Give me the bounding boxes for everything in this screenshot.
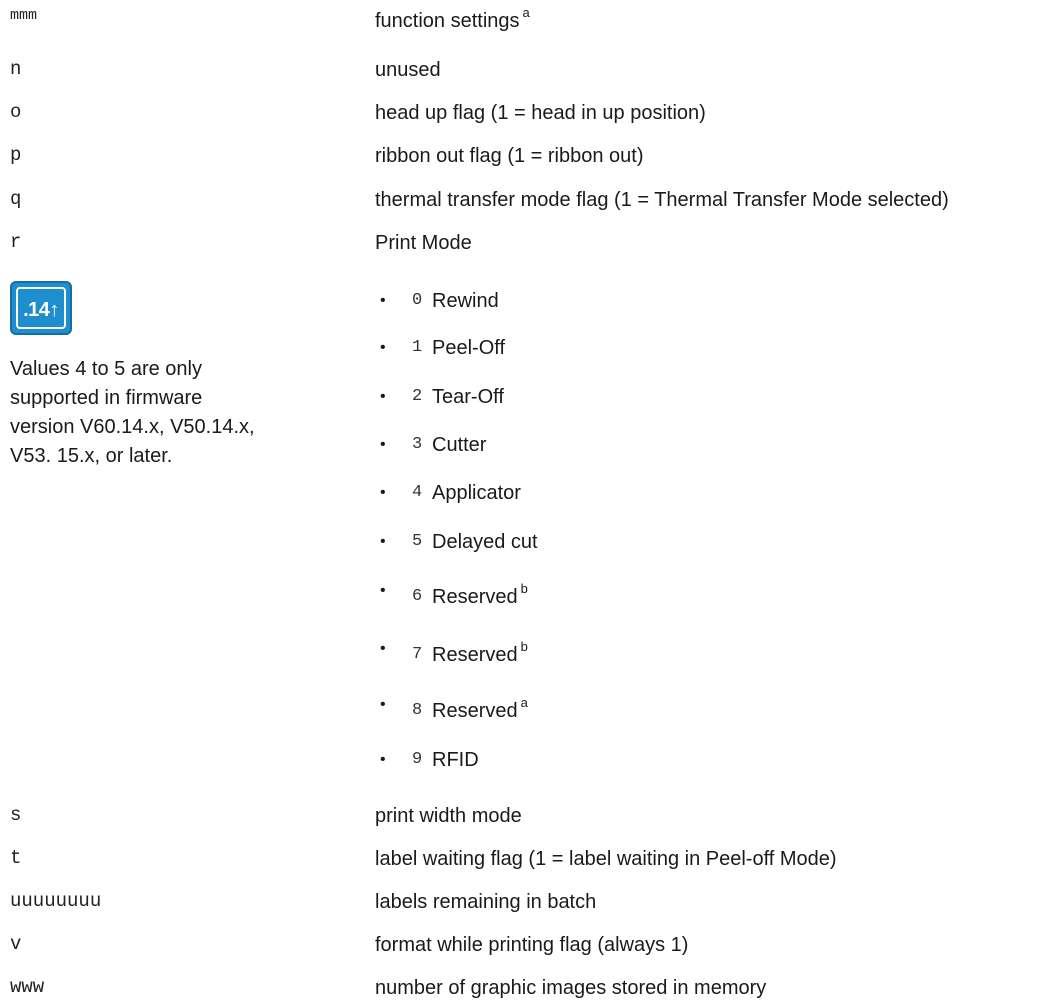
list-item: • 6 Reserved b [0, 581, 1053, 614]
print-mode-value: 8 [412, 701, 423, 720]
field-description: head up flag (1 = head in up position) [375, 102, 706, 124]
bullet-icon: • [380, 388, 386, 405]
list-item: • 0 Rewind [0, 288, 1053, 318]
print-mode-value: 9 [412, 750, 423, 769]
footnote-marker: b [520, 639, 528, 655]
list-item: • 9 RFID [0, 747, 1053, 777]
print-mode-value: 4 [412, 483, 423, 502]
field-code: s [10, 804, 22, 826]
field-description: label waiting flag (1 = label waiting in… [375, 848, 837, 870]
field-code: r [10, 231, 22, 253]
print-mode-label: Rewind [432, 290, 499, 312]
field-description: print width mode [375, 805, 522, 827]
print-mode-label: Delayed cut [432, 531, 538, 553]
bullet-icon: • [380, 533, 386, 550]
list-item: • 4 Applicator [0, 480, 1053, 510]
field-code: q [10, 188, 22, 210]
list-item: • 7 Reserved b [0, 639, 1053, 672]
bullet-icon: • [380, 484, 386, 501]
field-description: format while printing flag (always 1) [375, 934, 689, 956]
bullet-icon: • [380, 696, 386, 713]
field-code: p [10, 144, 22, 166]
print-mode-label: Reserved a [432, 695, 528, 724]
field-code: www [10, 976, 45, 998]
print-mode-value: 5 [412, 532, 423, 551]
field-code: v [10, 933, 22, 955]
bullet-icon: • [380, 751, 386, 768]
field-description: unused [375, 59, 441, 81]
print-mode-value: 0 [412, 291, 423, 310]
field-description-text: function settings [375, 10, 520, 32]
list-item: • 5 Delayed cut [0, 529, 1053, 559]
print-mode-label: Tear-Off [432, 386, 504, 408]
print-mode-label: Cutter [432, 434, 487, 456]
print-mode-label: RFID [432, 749, 479, 771]
print-mode-label-text: Reserved [432, 586, 518, 608]
field-description: Print Mode [375, 232, 472, 254]
print-mode-value: 3 [412, 435, 423, 454]
field-code: mmm [10, 7, 38, 24]
print-mode-value: 2 [412, 387, 423, 406]
field-code: t [10, 847, 22, 869]
print-mode-label: Reserved b [432, 581, 528, 610]
list-item: • 3 Cutter [0, 432, 1053, 462]
footnote-marker: a [522, 5, 530, 21]
print-mode-value: 7 [412, 645, 423, 664]
field-description: ribbon out flag (1 = ribbon out) [375, 145, 644, 167]
field-description: thermal transfer mode flag (1 = Thermal … [375, 189, 949, 211]
footnote-marker: b [520, 581, 528, 597]
bullet-icon: • [380, 582, 386, 599]
bullet-icon: • [380, 436, 386, 453]
print-mode-label-text: Reserved [432, 644, 518, 666]
list-item: • 8 Reserved a [0, 695, 1053, 728]
field-description: number of graphic images stored in memor… [375, 977, 767, 999]
list-item: • 2 Tear-Off [0, 384, 1053, 414]
print-mode-label: Applicator [432, 482, 521, 504]
field-code: n [10, 58, 22, 80]
bullet-icon: • [380, 339, 386, 356]
bullet-icon: • [380, 292, 386, 309]
print-mode-value: 1 [412, 338, 423, 357]
field-code: o [10, 101, 22, 123]
footnote-marker: a [520, 695, 528, 711]
field-description: labels remaining in batch [375, 891, 597, 913]
field-description: function settings a [375, 5, 530, 34]
bullet-icon: • [380, 640, 386, 657]
print-mode-label-text: Reserved [432, 700, 518, 722]
field-code: uuuuuuuu [10, 890, 102, 912]
print-mode-label: Peel-Off [432, 337, 505, 359]
print-mode-value: 6 [412, 587, 423, 606]
print-mode-label: Reserved b [432, 639, 528, 668]
list-item: • 1 Peel-Off [0, 335, 1053, 365]
